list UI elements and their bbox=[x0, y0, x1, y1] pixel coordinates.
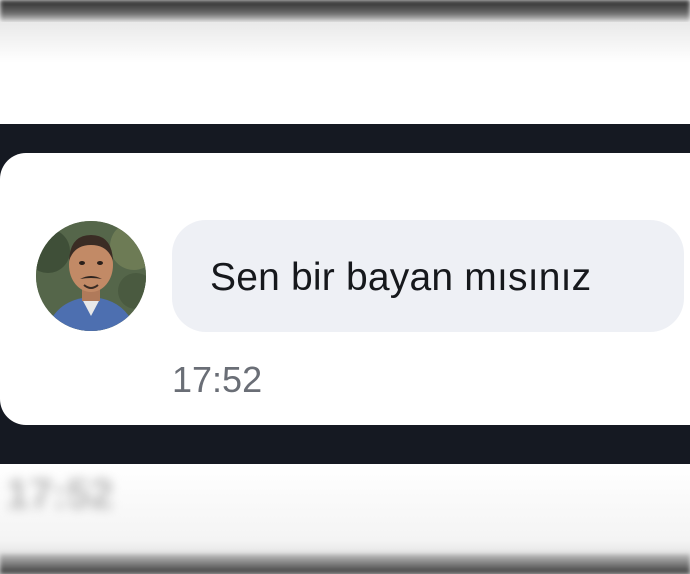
blurred-background-timestamp: 17:52 bbox=[6, 470, 114, 517]
message-timestamp: 17:52 bbox=[172, 359, 263, 400]
bottom-blur-strip bbox=[0, 554, 690, 574]
top-blur-strip bbox=[0, 0, 690, 22]
screen: Sen bir bayan mısınız 17:52 17:52 bbox=[0, 0, 690, 574]
sender-avatar[interactable] bbox=[36, 221, 146, 331]
top-page-area bbox=[0, 22, 690, 124]
message-text: Sen bir bayan mısınız bbox=[210, 256, 592, 299]
avatar-photo-icon bbox=[36, 221, 146, 331]
